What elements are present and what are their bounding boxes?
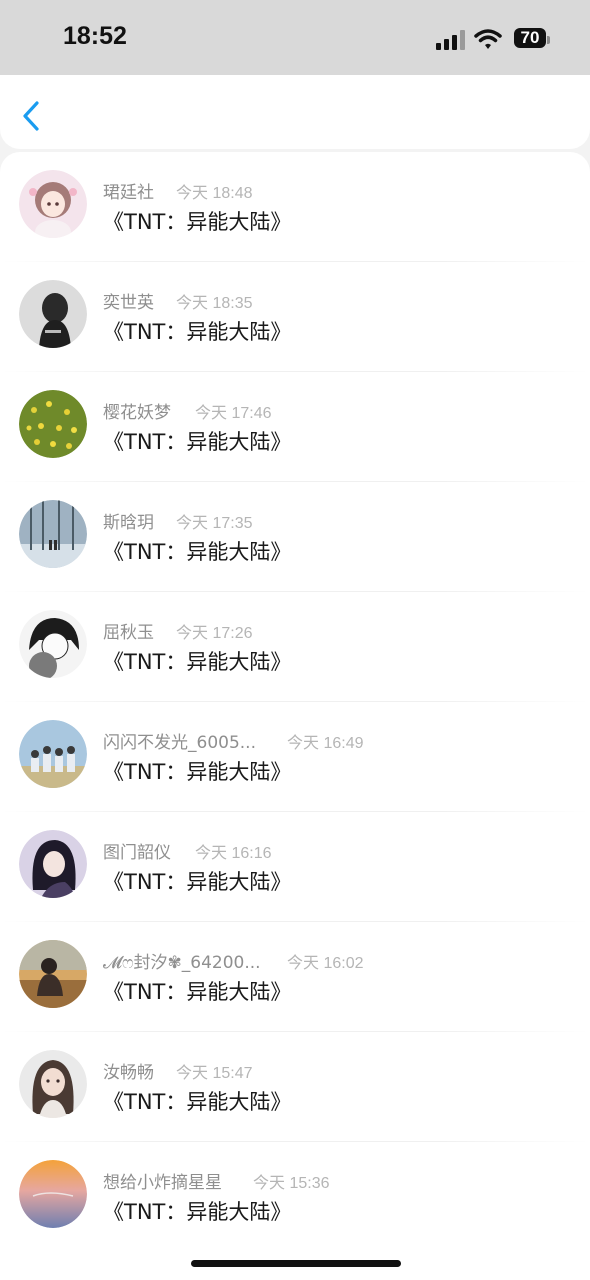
message-time: 今天 18:48 [176,185,253,202]
home-indicator[interactable] [191,1260,401,1267]
message-time: 今天 17:35 [176,515,253,532]
list-item[interactable]: 𝓜ෆ封汐✾_64200... 今天 16:02 《TNT：异能大陆》 [0,922,590,1032]
avatar [19,610,87,678]
sender-name: 闪闪不发光_6005... [103,733,256,753]
message-text: 《TNT：异能大陆》 [103,540,292,564]
message-text: 《TNT：异能大陆》 [103,760,292,784]
message-time: 今天 18:35 [176,295,253,312]
list-item[interactable]: 樱花妖梦 今天 17:46 《TNT：异能大陆》 [0,372,590,482]
cellular-signal-icon [436,30,465,50]
message-text: 《TNT：异能大陆》 [103,210,292,234]
message-time: 今天 16:49 [287,735,364,752]
avatar [19,830,87,898]
message-time: 今天 15:36 [253,1175,330,1192]
battery-level: 70 [520,28,540,47]
list-item[interactable]: 闪闪不发光_6005... 今天 16:49 《TNT：异能大陆》 [0,702,590,812]
message-text: 《TNT：异能大陆》 [103,1090,292,1114]
message-text: 《TNT：异能大陆》 [103,320,292,344]
avatar [19,500,87,568]
sender-name: 斯晗玥 [103,513,154,533]
status-time: 18:52 [63,22,127,50]
nav-header [0,75,590,149]
list-item[interactable]: 图门韶仪 今天 16:16 《TNT：异能大陆》 [0,812,590,922]
message-time: 今天 15:47 [176,1065,253,1082]
list-item[interactable]: 屈秋玉 今天 17:26 《TNT：异能大陆》 [0,592,590,702]
sender-name: 𝓜ෆ封汐✾_64200... [103,953,261,973]
message-text: 《TNT：异能大陆》 [103,870,292,894]
message-text: 《TNT：异能大陆》 [103,980,292,1004]
message-time: 今天 17:26 [176,625,253,642]
sender-name: 奕世英 [103,293,154,313]
battery-icon: 70 [514,28,550,48]
message-time: 今天 16:02 [287,955,364,972]
wifi-icon [474,29,502,49]
message-text: 《TNT：异能大陆》 [103,1200,292,1224]
sender-name: 屈秋玉 [103,623,154,643]
list-item[interactable]: 斯晗玥 今天 17:35 《TNT：异能大陆》 [0,482,590,592]
avatar [19,170,87,238]
message-text: 《TNT：异能大陆》 [103,430,292,454]
sender-name: 珺廷社 [103,183,154,203]
sender-name: 想给小炸摘星星 [103,1173,222,1193]
message-time: 今天 17:46 [195,405,272,422]
status-bar: 18:52 70 [0,0,590,75]
avatar [19,390,87,458]
message-time: 今天 16:16 [195,845,272,862]
sender-name: 汝畅畅 [103,1063,154,1083]
avatar [19,1160,87,1228]
message-list: 珺廷社 今天 18:48 《TNT：异能大陆》 奕世英 今天 18:35 《TN… [0,152,590,1280]
avatar [19,940,87,1008]
avatar [19,1050,87,1118]
list-item[interactable]: 珺廷社 今天 18:48 《TNT：异能大陆》 [0,152,590,262]
message-text: 《TNT：异能大陆》 [103,650,292,674]
battery-cap [547,36,550,44]
list-item[interactable]: 奕世英 今天 18:35 《TNT：异能大陆》 [0,262,590,372]
list-item[interactable]: 汝畅畅 今天 15:47 《TNT：异能大陆》 [0,1032,590,1142]
list-item[interactable]: 想给小炸摘星星 今天 15:36 《TNT：异能大陆》 [0,1142,590,1252]
avatar [19,280,87,348]
sender-name: 樱花妖梦 [103,403,171,423]
sender-name: 图门韶仪 [103,843,171,863]
avatar [19,720,87,788]
back-chevron-icon[interactable] [20,100,44,132]
